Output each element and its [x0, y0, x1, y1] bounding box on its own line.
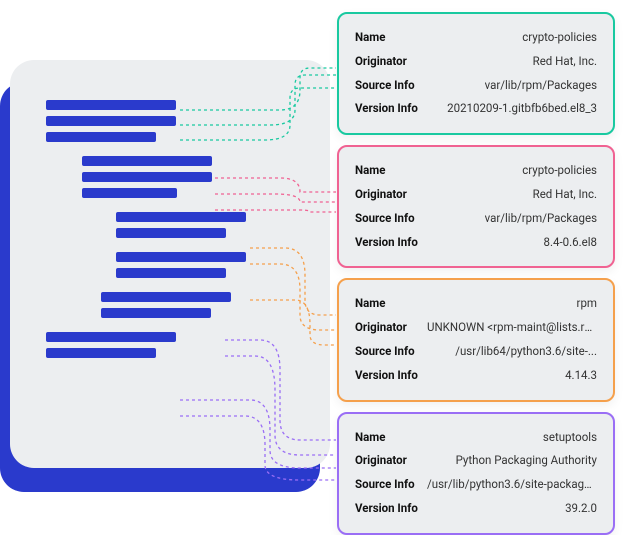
field-label: Version Info [355, 369, 418, 383]
text-block [101, 292, 294, 318]
field-row: Originator UNKNOWN <rpm-maint@lists.rpm.… [355, 316, 597, 340]
package-card: Name setuptools Originator Python Packag… [337, 412, 615, 535]
field-label: Source Info [355, 345, 415, 359]
field-label: Version Info [355, 102, 418, 116]
field-row: Source Info /usr/lib/python3.6/site-pack… [355, 473, 597, 497]
field-label: Version Info [355, 502, 418, 516]
field-row: Version Info 8.4-0.6.el8 [355, 231, 597, 255]
field-row: Version Info 39.2.0 [355, 497, 597, 521]
field-label: Name [355, 164, 385, 178]
field-row: Source Info var/lib/rpm/Packages [355, 207, 597, 231]
field-value: setuptools [543, 431, 597, 445]
field-label: Name [355, 431, 385, 445]
field-value: Red Hat, Inc. [533, 188, 597, 202]
text-block [46, 100, 294, 142]
field-label: Originator [355, 321, 407, 335]
field-value: 39.2.0 [565, 502, 597, 516]
field-value: 4.14.3 [565, 369, 597, 383]
text-block [116, 212, 294, 238]
field-row: Originator Red Hat, Inc. [355, 50, 597, 74]
field-label: Version Info [355, 236, 418, 250]
field-value: /usr/lib/python3.6/site-packages... [427, 478, 597, 492]
field-label: Name [355, 31, 385, 45]
field-value: Python Packaging Authority [456, 454, 597, 468]
field-label: Originator [355, 454, 407, 468]
package-card: Name crypto-policies Originator Red Hat,… [337, 12, 615, 135]
field-label: Source Info [355, 212, 415, 226]
field-label: Name [355, 297, 385, 311]
field-label: Source Info [355, 478, 415, 492]
field-value: 8.4-0.6.el8 [544, 236, 598, 250]
field-row: Name crypto-policies [355, 26, 597, 50]
field-row: Source Info /usr/lib64/python3.6/site-..… [355, 340, 597, 364]
package-card: Name crypto-policies Originator Red Hat,… [337, 145, 615, 268]
field-value: UNKNOWN <rpm-maint@lists.rpm... [427, 321, 597, 335]
field-value: /usr/lib64/python3.6/site-... [455, 345, 597, 359]
text-block [82, 156, 294, 198]
field-value: Red Hat, Inc. [533, 55, 597, 69]
text-block [116, 252, 294, 278]
package-card-list: Name crypto-policies Originator Red Hat,… [337, 12, 615, 535]
field-value: crypto-policies [522, 164, 597, 178]
field-row: Version Info 20210209-1.gitbfb6bed.el8_3 [355, 97, 597, 121]
field-label: Originator [355, 188, 407, 202]
package-card: Name rpm Originator UNKNOWN <rpm-maint@l… [337, 278, 615, 401]
field-row: Source Info var/lib/rpm/Packages [355, 74, 597, 98]
field-value: crypto-policies [522, 31, 597, 45]
field-value: var/lib/rpm/Packages [485, 79, 597, 93]
field-value: rpm [577, 297, 597, 311]
field-value: 20210209-1.gitbfb6bed.el8_3 [447, 102, 597, 116]
field-row: Version Info 4.14.3 [355, 364, 597, 388]
field-label: Source Info [355, 79, 415, 93]
field-row: Name crypto-policies [355, 159, 597, 183]
field-label: Originator [355, 55, 407, 69]
field-row: Name setuptools [355, 426, 597, 450]
field-value: var/lib/rpm/Packages [485, 212, 597, 226]
field-row: Name rpm [355, 292, 597, 316]
source-text-panel [10, 60, 330, 468]
field-row: Originator Red Hat, Inc. [355, 183, 597, 207]
field-row: Originator Python Packaging Authority [355, 449, 597, 473]
text-block [46, 332, 294, 358]
